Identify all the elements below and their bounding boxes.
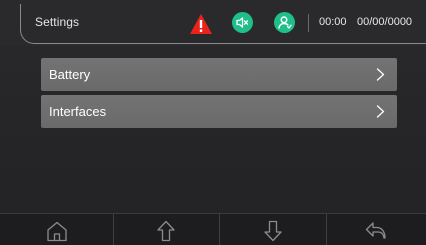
warning-icon[interactable] — [189, 13, 213, 35]
menu-item-interfaces[interactable]: Interfaces — [41, 95, 397, 128]
scroll-down-button[interactable] — [219, 214, 326, 245]
home-button[interactable] — [0, 214, 113, 245]
settings-screen: Settings 00:00 00/00/0000 Battery Interf… — [0, 0, 426, 245]
arrow-up-icon — [154, 219, 178, 243]
header-bar: Settings 00:00 00/00/0000 — [0, 0, 426, 46]
home-icon — [45, 219, 69, 243]
back-button[interactable] — [326, 214, 426, 245]
header-divider — [308, 14, 309, 32]
clock-date: 00/00/0000 — [357, 16, 413, 28]
back-icon — [364, 219, 388, 243]
clock-time: 00:00 — [319, 16, 347, 28]
arrow-down-icon — [261, 219, 285, 243]
page-title: Settings — [35, 15, 80, 29]
menu-item-label: Interfaces — [49, 104, 107, 119]
user-icon[interactable] — [274, 12, 295, 33]
speaker-mute-icon[interactable] — [232, 12, 253, 33]
chevron-right-icon — [376, 105, 385, 118]
menu-item-label: Battery — [49, 67, 91, 82]
scroll-up-button[interactable] — [113, 214, 219, 245]
menu-item-battery[interactable]: Battery — [41, 58, 397, 91]
footer-nav — [0, 213, 426, 245]
chevron-right-icon — [376, 68, 385, 81]
